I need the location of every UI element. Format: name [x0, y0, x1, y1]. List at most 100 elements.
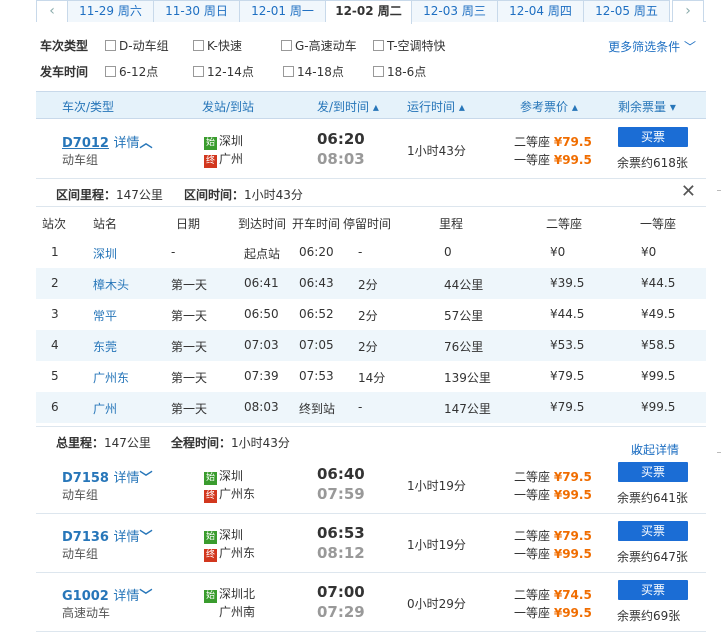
seat-first-class: 一等座 ¥99.5 [514, 153, 592, 167]
filter-18-6[interactable]: 18-6点 [373, 62, 426, 82]
train-type: 动车组 [62, 547, 99, 561]
chevron-down-icon: ﹀ [139, 589, 153, 604]
arrival-time: 07:59 [317, 485, 365, 503]
from-station: 始深圳 [204, 469, 244, 485]
checkbox-icon[interactable] [193, 66, 204, 77]
arrival-time: 07:29 [317, 603, 365, 621]
end-badge-icon: 终 [204, 549, 217, 562]
date-tab-1205[interactable]: 12-05 周五 [584, 0, 670, 22]
segment-distance: 区间里程：147公里 [56, 188, 163, 202]
checkbox-icon[interactable] [373, 66, 384, 77]
date-tab-1204[interactable]: 12-04 周四 [498, 0, 584, 22]
scroll-marker [717, 190, 721, 191]
train-type: 高速动车 [62, 606, 111, 620]
remaining-tickets: 余票约69张 [617, 609, 681, 623]
stop-row: 6 广州 第一天 08:03 终到站 -147公里 ¥79.5 ¥99.5 [36, 392, 706, 423]
run-duration: 1小时19分 [407, 479, 466, 493]
date-tab-1201[interactable]: 12-01 周一 [240, 0, 326, 22]
checkbox-icon[interactable] [281, 40, 292, 51]
checkbox-icon[interactable] [373, 40, 384, 51]
train-row: D7158 详情﹀ 动车组 始深圳终广州东 06:40 07:59 1小时19分 二等座 ¥… [36, 455, 706, 514]
train-detail-panel: 区间里程：147公里 区间时间：1小时43分 ✕ 站次 站名 日期 到达时间 开… [36, 179, 706, 457]
segment-summary: 区间里程：147公里 区间时间：1小时43分 ✕ [36, 179, 706, 207]
more-filters-link[interactable]: 更多筛选条件 ﹀ [608, 38, 696, 55]
next-date-icon[interactable]: › [672, 0, 704, 22]
stop-row: 3 常平 第一天 06:50 06:52 2分 57公里 ¥44.5 ¥49.5 [51, 307, 676, 323]
date-tab-1130[interactable]: 11-30 周日 [154, 0, 240, 22]
date-tab-1129[interactable]: 11-29 周六 [68, 0, 154, 22]
arrival-time: 08:03 [317, 150, 365, 168]
train-type-label: 车次类型 [40, 39, 89, 53]
run-duration: 0小时29分 [407, 597, 466, 611]
col-price[interactable]: 参考票价 ▴ [520, 98, 578, 115]
filter-12-14[interactable]: 12-14点 [193, 62, 254, 82]
col-station: 发站/到站 [202, 100, 255, 114]
seat-second-class: 二等座 ¥79.5 [514, 470, 592, 484]
buy-ticket-button[interactable]: 买票 [618, 127, 688, 147]
checkbox-icon[interactable] [105, 66, 116, 77]
checkbox-icon[interactable] [105, 40, 116, 51]
checkbox-icon[interactable] [193, 40, 204, 51]
seat-second-class: 二等座 ¥74.5 [514, 588, 592, 602]
close-icon[interactable]: ✕ [681, 181, 696, 202]
stop-row: 5 广州东 第一天 07:39 07:53 14分 139公里 ¥79.5 ¥99.5 [51, 369, 676, 385]
date-tab-1202[interactable]: 12-02 周二 [326, 0, 412, 24]
filter-t[interactable]: T-空调特快 [373, 36, 446, 56]
seat-second-class: 二等座 ¥79.5 [514, 135, 592, 149]
train-number[interactable]: D7012 详情︿ [62, 132, 153, 151]
segment-time: 区间时间：1小时43分 [184, 188, 303, 202]
departure-time-label: 发车时间 [40, 65, 89, 79]
sort-icon: ▴ [372, 100, 379, 114]
date-bar: ‹ 11-29 周六 11-30 周日 12-01 周一 12-02 周二 12… [36, 0, 706, 24]
arrival-time: 08:12 [317, 544, 365, 562]
departure-time-filter: 发车时间 6-12点 12-14点 14-18点 18-6点 [40, 62, 540, 82]
filter-14-18[interactable]: 14-18点 [283, 62, 344, 82]
filter-g[interactable]: G-高速动车 [281, 36, 357, 56]
filter-d[interactable]: D-动车组 [105, 36, 169, 56]
seat-first-class: 一等座 ¥99.5 [514, 547, 592, 561]
train-number[interactable]: G1002 详情﹀ [62, 585, 152, 604]
date-tab-1203[interactable]: 12-03 周三 [412, 0, 498, 22]
results-header: 车次/类型 发站/到站 发/到时间 ▴ 运行时间 ▴ 参考票价 ▴ 剩余票量 ▾ [36, 91, 706, 119]
detail-footer: 总里程：147公里 全程时间：1小时43分 收起详情 ︿ [36, 426, 706, 457]
col-duration[interactable]: 运行时间 ▴ [407, 98, 465, 115]
total-time: 全程时间：1小时43分 [171, 436, 290, 450]
run-duration: 1小时43分 [407, 144, 466, 158]
to-station: 终广州东 [204, 546, 256, 562]
stops-header: 站次 站名 日期 到达时间 开车时间 停留时间 里程 二等座 一等座 [42, 217, 677, 231]
train-number[interactable]: D7158 详情﹀ [62, 467, 153, 486]
col-time[interactable]: 发/到时间 ▴ [317, 98, 379, 115]
train-row: D7012 详情︿ 动车组 始深圳 终广州 06:20 08:03 1小时43分… [36, 120, 706, 179]
remaining-tickets: 余票约647张 [617, 550, 688, 564]
train-number[interactable]: D7136 详情﹀ [62, 526, 153, 545]
departure-time: 06:40 [317, 465, 365, 483]
chevron-down-icon: ﹀ [683, 40, 696, 54]
scroll-marker [717, 452, 721, 453]
train-row: D7136 详情﹀ 动车组 始深圳终广州东 06:53 08:12 1小时19分 二等座 ¥… [36, 514, 706, 573]
start-badge-icon: 始 [204, 590, 217, 603]
filter-6-12[interactable]: 6-12点 [105, 62, 158, 82]
run-duration: 1小时19分 [407, 538, 466, 552]
buy-ticket-button[interactable]: 买票 [618, 580, 688, 600]
total-distance: 总里程：147公里 [56, 436, 151, 450]
departure-time: 06:53 [317, 524, 365, 542]
from-station: 始深圳 [204, 528, 244, 544]
stop-row: 4 东莞 第一天 07:03 07:05 2分 76公里 ¥53.5 ¥58.5 [36, 330, 706, 361]
start-badge-icon: 始 [204, 531, 217, 544]
train-type-filter: 车次类型 D-动车组 K-快速 G-高速动车 T-空调特快 [40, 36, 700, 56]
chevron-up-icon: ︿ [139, 136, 153, 151]
checkbox-icon[interactable] [283, 66, 294, 77]
seat-first-class: 一等座 ¥99.5 [514, 606, 592, 620]
chevron-down-icon: ﹀ [139, 530, 153, 545]
filter-k[interactable]: K-快速 [193, 36, 242, 56]
seat-second-class: 二等座 ¥79.5 [514, 529, 592, 543]
buy-ticket-button[interactable]: 买票 [618, 462, 688, 482]
from-station: 始深圳 [204, 134, 244, 150]
stop-row: 2 樟木头 第一天 06:41 06:43 2分 44公里 ¥39.5 ¥44.5 [36, 268, 706, 299]
stop-row: 1 深圳 - 起点站 06:20-0 ¥0 ¥0 [51, 245, 657, 261]
buy-ticket-button[interactable]: 买票 [618, 521, 688, 541]
seat-first-class: 一等座 ¥99.5 [514, 488, 592, 502]
start-badge-icon: 始 [204, 137, 217, 150]
col-remain[interactable]: 剩余票量 ▾ [618, 98, 676, 115]
prev-date-icon[interactable]: ‹ [36, 0, 68, 22]
